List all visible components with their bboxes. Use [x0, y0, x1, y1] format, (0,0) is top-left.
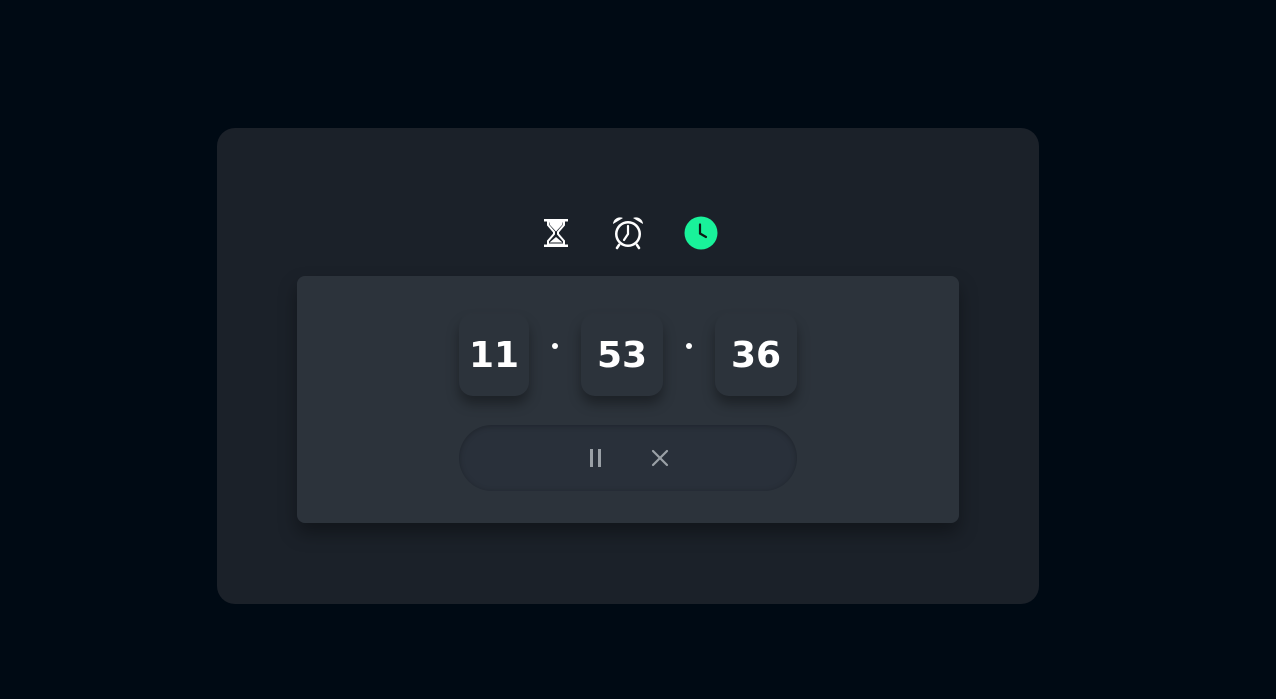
separator-dot	[686, 343, 692, 349]
close-icon	[651, 449, 669, 467]
minutes-display: 53	[581, 314, 663, 396]
mode-clock-button[interactable]	[681, 213, 721, 253]
close-button[interactable]	[645, 443, 675, 473]
alarm-clock-icon	[613, 217, 643, 250]
controls-bar	[459, 425, 797, 491]
mode-alarm-button[interactable]	[608, 213, 648, 253]
mode-timer-button[interactable]	[536, 213, 576, 253]
hourglass-icon	[544, 219, 568, 247]
hours-display: 11	[459, 314, 529, 396]
separator-dot	[552, 343, 558, 349]
seconds-display: 36	[715, 314, 797, 396]
pause-button[interactable]	[581, 443, 611, 473]
mode-selector	[217, 213, 1039, 253]
clock-icon	[684, 216, 718, 250]
pause-icon	[590, 449, 601, 467]
